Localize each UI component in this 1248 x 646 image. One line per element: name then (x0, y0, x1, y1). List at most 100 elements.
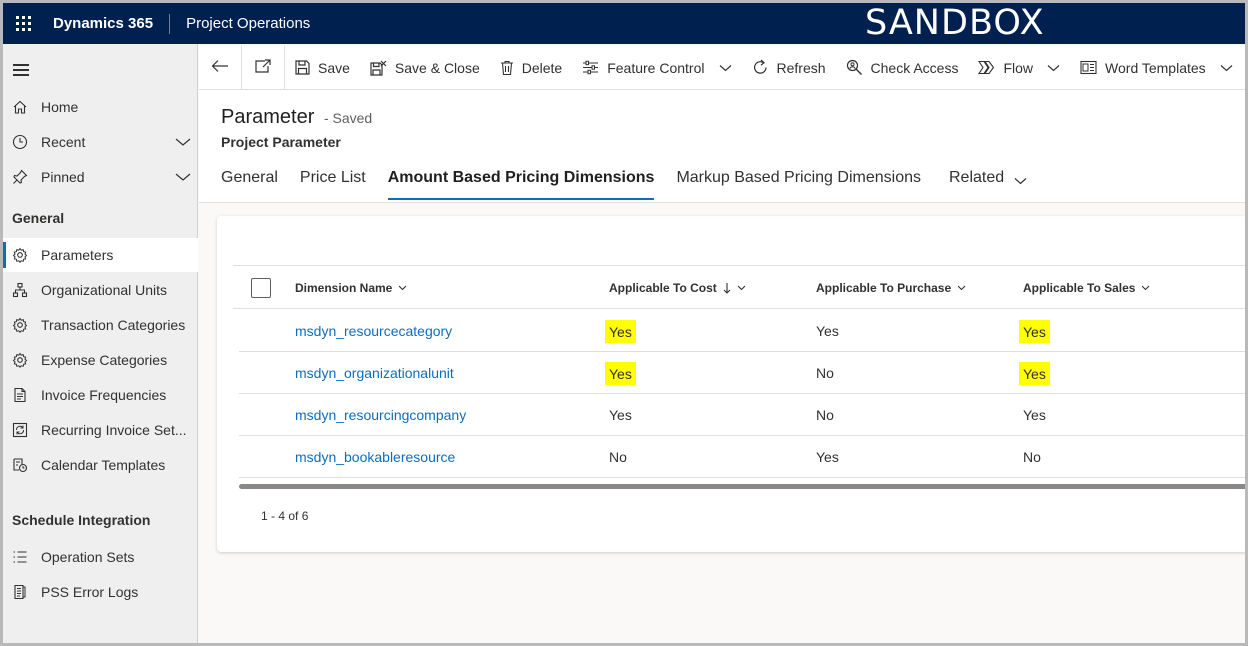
sidebar-item-organizational-units[interactable]: Organizational Units (3, 273, 198, 307)
subgrid-card: Dimension Name Applicable To Cost Applic… (217, 216, 1245, 552)
save-icon (295, 60, 310, 75)
word-template-icon (1080, 60, 1097, 75)
word-templates-button[interactable]: Word Templates (1070, 46, 1243, 90)
table-row[interactable]: msdyn_bookableresource No Yes No (239, 436, 1245, 478)
open-in-new-window-button[interactable] (242, 46, 284, 90)
sidebar-item-label: Transaction Categories (41, 317, 186, 333)
save-status: - Saved (323, 110, 373, 126)
sort-descending-icon (723, 282, 731, 294)
sidebar-item-home[interactable]: Home (3, 90, 198, 124)
save-close-label: Save & Close (394, 59, 480, 76)
applicable-to-sales-value: Yes (1019, 310, 1050, 352)
sliders-icon (582, 60, 599, 75)
back-arrow-icon (211, 59, 229, 76)
table-row[interactable]: msdyn_resourcingcompany Yes No Yes (239, 394, 1245, 436)
dimension-name-link[interactable]: msdyn_resourcingcompany (295, 394, 466, 436)
sidebar-item-parameters[interactable]: Parameters (3, 238, 198, 272)
feature-control-button[interactable]: Feature Control (572, 46, 741, 90)
delete-label: Delete (521, 59, 563, 76)
sidebar-item-label: Calendar Templates (41, 457, 166, 473)
sidebar-item-label: Pinned (41, 169, 85, 185)
column-header-applicable-to-purchase[interactable]: Applicable To Purchase (816, 266, 966, 310)
flow-label: Flow (1003, 59, 1034, 76)
applicable-to-purchase-value: Yes (816, 449, 839, 465)
calendar-icon (3, 457, 41, 473)
brand-link[interactable]: Dynamics 365 (43, 15, 169, 32)
horizontal-scrollbar[interactable] (239, 484, 1245, 489)
select-all-checkbox[interactable] (251, 278, 271, 298)
sidebar-item-transaction-categories[interactable]: Transaction Categories (3, 308, 198, 342)
sidebar-item-pinned[interactable]: Pinned (3, 160, 198, 194)
sidebar-item-recent[interactable]: Recent (3, 125, 198, 159)
clock-icon (3, 134, 41, 150)
sidebar-item-recurring-invoice-setup[interactable]: Recurring Invoice Set... (3, 413, 198, 447)
delete-button[interactable]: Delete (490, 46, 572, 90)
chevron-down-icon (737, 285, 746, 291)
back-button[interactable] (199, 46, 241, 90)
dimension-name-link[interactable]: msdyn_resourcecategory (295, 310, 452, 352)
sidebar-item-label: Recent (41, 134, 86, 150)
sidebar-item-label: PSS Error Logs (41, 584, 139, 600)
chevron-down-icon[interactable] (1220, 64, 1233, 72)
gear-icon (3, 317, 41, 333)
app-launcher-button[interactable] (3, 3, 43, 44)
sidebar-item-label: Invoice Frequencies (41, 387, 167, 403)
sidebar-item-pss-error-logs[interactable]: PSS Error Logs (3, 575, 198, 609)
save-label: Save (318, 59, 350, 76)
save-and-close-button[interactable]: Save & Close (360, 46, 490, 90)
column-header-applicable-to-sales[interactable]: Applicable To Sales (1023, 266, 1150, 310)
table-row[interactable]: msdyn_organizationalunit Yes No Yes (239, 352, 1245, 394)
refresh-icon (752, 59, 769, 76)
sidebar-item-invoice-frequencies[interactable]: Invoice Frequencies (3, 378, 198, 412)
sidebar-item-calendar-templates[interactable]: Calendar Templates (3, 448, 198, 482)
sidebar-item-operation-sets[interactable]: Operation Sets (3, 540, 198, 574)
app-name-link[interactable]: Project Operations (170, 15, 310, 32)
waffle-icon (15, 16, 31, 31)
gear-icon (3, 352, 41, 368)
applicable-to-cost-value: Yes (605, 310, 636, 352)
chevron-down-icon[interactable] (1047, 64, 1060, 72)
applicable-to-purchase-value: Yes (816, 323, 839, 339)
sidebar-item-label: Recurring Invoice Set... (41, 422, 187, 438)
hamburger-icon[interactable] (13, 64, 29, 79)
tab-amount-based-pricing-dimensions[interactable]: Amount Based Pricing Dimensions (387, 164, 654, 202)
highlighted-value: Yes (1019, 361, 1050, 385)
check-access-button[interactable]: Check Access (836, 46, 969, 90)
column-header-applicable-to-cost[interactable]: Applicable To Cost (609, 266, 746, 310)
word-templates-label: Word Templates (1105, 59, 1206, 76)
tab-related[interactable]: Related (949, 164, 1027, 202)
dimension-name-link[interactable]: msdyn_bookableresource (295, 436, 455, 478)
gear-icon (3, 247, 41, 263)
column-header-dimension-name[interactable]: Dimension Name (295, 266, 407, 310)
save-close-icon (370, 60, 387, 76)
applicable-to-purchase-value: No (816, 365, 834, 381)
tab-general[interactable]: General (221, 164, 278, 202)
form-header: Parameter - Saved Project Parameter Gene… (199, 90, 1245, 203)
dimension-name-link[interactable]: msdyn_organizationalunit (295, 352, 454, 394)
chevron-down-icon (957, 285, 966, 291)
tab-price-list[interactable]: Price List (300, 164, 366, 202)
sidebar-item-label: Expense Categories (41, 352, 168, 368)
sidebar-item-label: Parameters (41, 247, 114, 263)
chevron-down-icon (1141, 285, 1150, 291)
highlighted-value: Yes (605, 319, 636, 343)
chevron-down-icon (1014, 172, 1027, 190)
highlighted-value: Yes (1019, 319, 1050, 343)
command-bar: Save Save & Close Delete Feature Control (199, 45, 1245, 90)
tab-markup-based-pricing-dimensions[interactable]: Markup Based Pricing Dimensions (676, 164, 921, 202)
table-row[interactable]: msdyn_resourcecategory Yes Yes Yes (239, 310, 1245, 352)
home-icon (3, 99, 41, 115)
column-header-label: Applicable To Cost (609, 281, 717, 295)
column-header-label: Applicable To Purchase (816, 281, 952, 295)
refresh-label: Refresh (776, 59, 826, 76)
chevron-down-icon[interactable] (168, 137, 198, 147)
save-button[interactable]: Save (285, 46, 360, 90)
refresh-button[interactable]: Refresh (742, 46, 836, 90)
chevron-down-icon[interactable] (168, 172, 198, 182)
applicable-to-cost-value: No (609, 449, 627, 465)
sidebar-item-expense-categories[interactable]: Expense Categories (3, 343, 198, 377)
applicable-to-cost-value: Yes (605, 352, 636, 394)
chevron-down-icon[interactable] (719, 64, 732, 72)
check-access-label: Check Access (870, 59, 959, 76)
flow-button[interactable]: Flow (968, 46, 1070, 90)
